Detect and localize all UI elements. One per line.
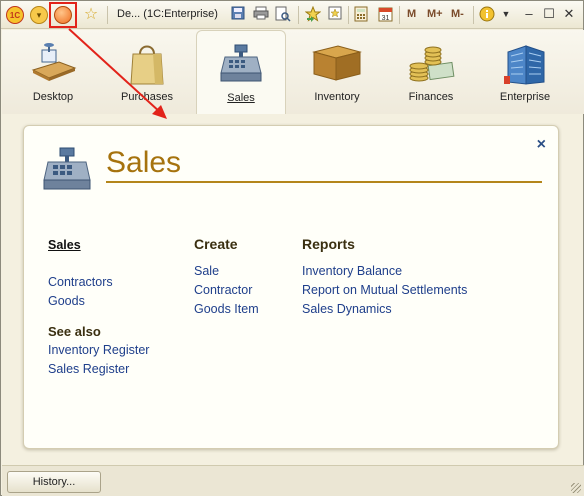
nav-link-current[interactable]: Sales (48, 236, 149, 255)
toolbar-separator (473, 6, 474, 24)
create-contractor-link[interactable]: Contractor (194, 281, 259, 300)
reports-heading: Reports (302, 236, 355, 252)
calendar-icon[interactable]: 31 (377, 6, 393, 22)
title-divider (106, 181, 542, 183)
info-icon[interactable] (479, 6, 495, 22)
sales-panel: Sales × Sales Contractors Goods See also… (23, 125, 559, 449)
desktop-icon (29, 42, 77, 85)
toolbar-separator (107, 6, 108, 24)
info-dropdown-icon[interactable]: ▼ (498, 9, 514, 19)
see-also-heading: See also (48, 324, 101, 339)
section-label: Enterprise (499, 91, 551, 103)
close-window-icon[interactable]: ✕ (561, 6, 577, 22)
reports-column: Reports Inventory Balance Report on Mutu… (302, 236, 467, 319)
status-bar: History... (2, 465, 584, 496)
resize-grip[interactable] (571, 483, 581, 493)
toolbar-separator (399, 6, 400, 24)
section-finances[interactable]: Finances (386, 30, 476, 114)
sections-bar: Desktop Purchases Sales Inventory Financ… (2, 30, 584, 114)
memory-store-button[interactable]: M (407, 8, 416, 20)
shopping-bag-icon (127, 42, 167, 89)
report-inventory-balance-link[interactable]: Inventory Balance (302, 262, 467, 281)
add-to-favorites-icon[interactable] (304, 5, 322, 22)
close-panel-icon[interactable]: × (537, 136, 546, 154)
create-goods-item-link[interactable]: Goods Item (194, 300, 259, 319)
page-title: Sales (106, 146, 182, 179)
print-preview-icon[interactable] (275, 6, 291, 22)
box-icon (312, 42, 362, 85)
app-logo-icon[interactable]: 1C (6, 6, 24, 24)
section-enterprise[interactable]: Enterprise (480, 30, 570, 114)
window-title: De... (1C:Enterprise) (117, 8, 218, 20)
section-label: Desktop (32, 91, 74, 103)
report-mutual-settlements-link[interactable]: Report on Mutual Settlements (302, 281, 467, 300)
nav-column: Sales Contractors Goods See also Invento… (48, 236, 149, 379)
sections-panel-button[interactable] (54, 6, 72, 24)
section-label: Inventory (314, 91, 360, 103)
maximize-icon[interactable]: ☐ (541, 6, 557, 22)
section-sales[interactable]: Sales (196, 30, 286, 114)
minimize-icon[interactable]: – (521, 6, 537, 21)
print-icon[interactable] (253, 6, 269, 22)
section-purchases[interactable]: Purchases (102, 30, 192, 114)
bookmark-icon[interactable] (327, 6, 343, 22)
report-sales-dynamics-link[interactable]: Sales Dynamics (302, 300, 467, 319)
coins-icon (407, 42, 455, 87)
history-button[interactable]: History... (7, 471, 101, 493)
calculator-icon[interactable] (353, 6, 369, 22)
section-label: Finances (408, 91, 454, 103)
create-column: Create Sale Contractor Goods Item (194, 236, 259, 319)
memory-add-button[interactable]: M+ (427, 8, 443, 20)
save-icon[interactable] (230, 6, 246, 22)
section-label: Purchases (121, 91, 173, 103)
nav-link-contractors[interactable]: Contractors (48, 273, 149, 292)
section-label: Sales (227, 92, 255, 104)
create-heading: Create (194, 236, 238, 252)
main-menu-icon[interactable]: ▾ (30, 6, 48, 24)
toolbar-separator (298, 6, 299, 24)
section-desktop[interactable]: Desktop (8, 30, 98, 114)
toolbar-separator (348, 6, 349, 24)
app-window: 1C ▾ ☆ De... (1C:Enterprise) 31 M M+ M- … (0, 0, 584, 496)
title-bar: 1C ▾ ☆ De... (1C:Enterprise) 31 M M+ M- … (1, 1, 583, 29)
svg-text:31: 31 (381, 15, 389, 22)
memory-subtract-button[interactable]: M- (451, 8, 464, 20)
cash-register-icon (40, 146, 94, 195)
favorites-star-icon[interactable]: ☆ (82, 5, 100, 23)
see-also-inventory-register[interactable]: Inventory Register (48, 341, 149, 360)
see-also-sales-register[interactable]: Sales Register (48, 360, 149, 379)
create-sale-link[interactable]: Sale (194, 262, 259, 281)
nav-link-goods[interactable]: Goods (48, 292, 149, 311)
cash-register-icon (217, 43, 265, 86)
building-icon (502, 42, 548, 89)
section-inventory[interactable]: Inventory (292, 30, 382, 114)
